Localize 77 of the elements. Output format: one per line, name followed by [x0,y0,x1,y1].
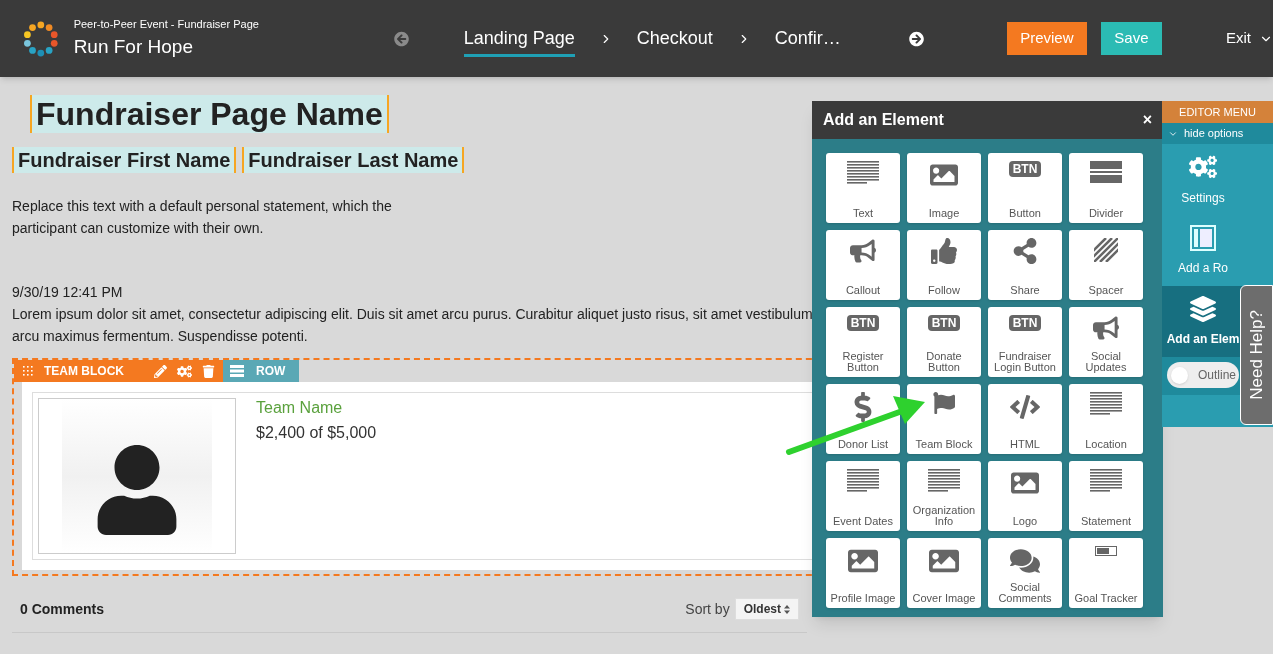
element-tile[interactable]: Goal Tracker [1069,538,1143,608]
element-tile[interactable]: Statement [1069,461,1143,531]
text-lines-icon [847,161,879,185]
element-tile[interactable]: Donor List [826,384,900,454]
btn-icon: BTN [1008,161,1042,177]
flag-icon [933,392,955,414]
btn-icon: BTN [1008,315,1042,331]
event-title: Run For Hope [73,34,194,59]
personal-statement: Replace this text with a default personal statement, which the participant can customize with their own. [12,197,393,238]
megaphone-icon [1093,315,1119,341]
last-name-heading: Fundraiser Last Name [242,147,465,173]
comments-count: 0 Comments [20,599,105,619]
stripes-icon [1094,238,1118,262]
outline-switch[interactable] [1171,366,1188,384]
text-lines-icon [1090,469,1122,493]
step-tab[interactable]: Confir… [774,20,841,57]
element-tile[interactable]: Social Comments [988,538,1062,608]
element-tile[interactable]: Callout [826,230,900,300]
share-icon [1012,238,1038,264]
back-arrow-icon[interactable] [393,30,409,47]
element-tile[interactable]: Event Dates [826,461,900,531]
event-subtitle: Peer-to-Peer Event - Fundraiser Page [73,17,260,32]
delete-icon[interactable] [202,364,215,378]
element-tile[interactable]: Organization Info [907,461,981,531]
layers-icon [1190,295,1216,322]
outline-label: Outline [1198,367,1237,384]
editor-menu-header: EDITOR MENU [1162,101,1273,123]
panel-title: Add an Element [823,110,944,130]
element-tile[interactable]: Image [907,153,981,223]
element-tile[interactable]: BTN Donate Button [907,307,981,377]
update-date: 9/30/19 12:41 PM [12,283,124,302]
element-tile[interactable]: BTN Register Button [826,307,900,377]
need-help-tab[interactable]: Need Help? [1240,285,1273,425]
page-name-heading: Fundraiser Page Name [30,95,389,133]
element-tile[interactable]: Logo [988,461,1062,531]
element-tile[interactable]: HTML [988,384,1062,454]
element-tile[interactable]: Share [988,230,1062,300]
hide-options-toggle[interactable]: hide options [1162,123,1273,144]
update-text: Lorem ipsum dolor sit amet, consectetur adipiscing elit. Duis sit amet arcu purus. Curabitur aliquet justo risus, sit amet vestibulum arcu maximus fermentum. Suspendisse potenti. [12,305,814,346]
element-tile[interactable]: Location [1069,384,1143,454]
first-name-heading: Fundraiser First Name [12,147,237,173]
sort-select[interactable]: Oldest [734,598,799,620]
btn-icon: BTN [846,315,880,331]
element-tile[interactable]: Text [826,153,900,223]
element-tile[interactable]: Spacer [1069,230,1143,300]
element-tile[interactable]: Profile Image [826,538,900,608]
text-lines-icon [1090,392,1122,416]
element-tile[interactable]: Divider [1069,153,1143,223]
close-button[interactable]: × [1142,108,1152,132]
element-tile[interactable]: Social Updates [1069,307,1143,377]
team-raised-amount: $2,400 of $5,000 [256,423,377,443]
thumbs-up-icon [931,238,957,264]
row-layout-icon [1190,224,1216,251]
row-icon [230,365,244,377]
megaphone-icon [850,238,876,264]
forward-arrow-icon[interactable] [908,30,924,47]
sort-label: Sort by [685,599,730,619]
drag-handle-icon[interactable] [22,365,34,377]
text-lines-icon [847,469,879,493]
settings-icon[interactable] [177,363,192,379]
chat-bubbles-icon [1010,546,1040,576]
element-tile[interactable]: BTN Button [988,153,1062,223]
element-tile[interactable]: Follow [907,230,981,300]
code-icon [1010,392,1040,422]
element-tile[interactable]: Team Block [907,384,981,454]
step-tab[interactable]: Checkout [636,20,713,57]
btn-icon: BTN [927,315,961,331]
element-tile[interactable]: Cover Image [907,538,981,608]
edit-icon[interactable] [154,364,167,378]
element-tile[interactable]: BTN Fundraiser Login Button [988,307,1062,377]
step-tab[interactable]: Landing Page [463,20,575,57]
sort-arrows-icon [784,604,790,614]
exit-button[interactable]: Exit [1225,27,1273,50]
team-block-label: TEAM BLOCK [44,363,125,380]
divider-icon [1090,161,1122,183]
text-lines-icon [928,469,960,493]
progress-bar-icon [1095,546,1117,556]
